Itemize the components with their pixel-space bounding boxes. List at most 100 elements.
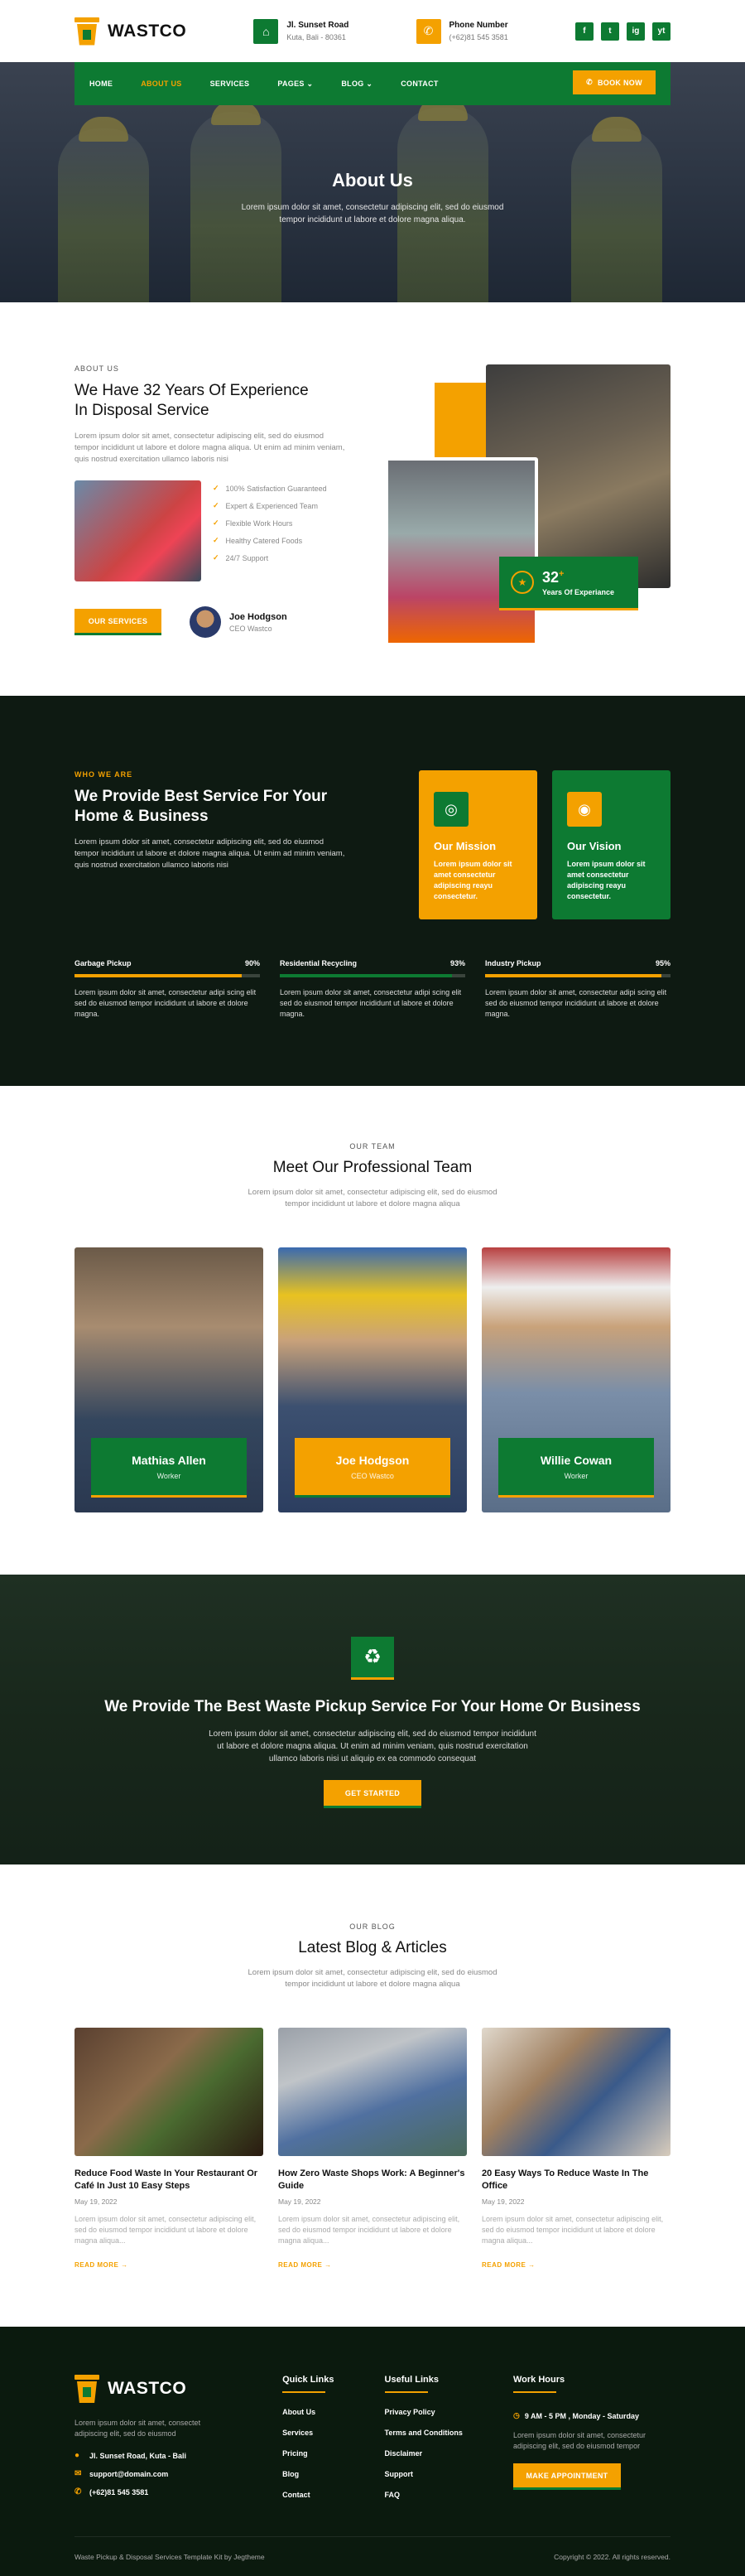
mission-card: ◎ Our Mission Lorem ipsum dolor sit amet… bbox=[419, 770, 537, 919]
nav-services[interactable]: SERVICES bbox=[210, 80, 250, 89]
about-section: ABOUT US We Have 32 Years Of Experience I… bbox=[0, 302, 745, 696]
read-more-label: READ MORE bbox=[74, 2261, 119, 2269]
footer-link[interactable]: Privacy Policy bbox=[385, 2408, 463, 2416]
our-services-button[interactable]: OUR SERVICES bbox=[74, 609, 161, 635]
member-role: CEO Wastco bbox=[351, 1471, 394, 1480]
blog-post-title[interactable]: Reduce Food Waste In Your Restaurant Or … bbox=[74, 2168, 263, 2192]
team-line-2: tempor incididunt ut labore et dolore ma… bbox=[285, 1199, 460, 1208]
team-card[interactable]: Willie Cowan Worker bbox=[482, 1247, 670, 1512]
site-logo[interactable]: WASTCO bbox=[74, 17, 186, 46]
member-name: Joe Hodgson bbox=[335, 1453, 410, 1467]
blog-post-date: May 19, 2022 bbox=[74, 2197, 118, 2206]
work-hours-paragraph: Lorem ipsum dolor sit amet, consectetur … bbox=[512, 2431, 646, 2450]
team-info: Joe Hodgson CEO Wastco bbox=[295, 1438, 450, 1498]
footer-link[interactable]: Services bbox=[282, 2429, 334, 2437]
blog-post-date: May 19, 2022 bbox=[482, 2197, 525, 2206]
phone-sub[interactable]: (+62)81 545 3581 bbox=[449, 33, 508, 41]
progress-list: Garbage Pickup 90% Lorem ipsum dolor sit … bbox=[74, 959, 670, 1020]
footer-link[interactable]: Support bbox=[385, 2470, 463, 2478]
team-card[interactable]: Mathias Allen Worker bbox=[74, 1247, 263, 1512]
useful-links-title: Useful Links bbox=[385, 2375, 463, 2393]
blog-image[interactable] bbox=[74, 2028, 263, 2156]
vision-text: Lorem ipsum dolor sit amet consectetur a… bbox=[567, 860, 646, 900]
top-header: WASTCO ⌂ Jl. Sunset Road Kuta, Bali - 80… bbox=[0, 0, 745, 62]
nav-about[interactable]: ABOUT US bbox=[141, 80, 181, 89]
hero-description: Lorem ipsum dolor sit amet, consectetur … bbox=[0, 201, 745, 226]
arrow-right-icon: → bbox=[528, 2261, 536, 2269]
vision-title: Our Vision bbox=[567, 840, 622, 852]
blog-post-title[interactable]: 20 Easy Ways To Reduce Waste In The Offi… bbox=[482, 2168, 670, 2192]
checklist-item: ✓ Flexible Work Hours bbox=[213, 519, 327, 528]
read-more-link[interactable]: READ MORE → bbox=[278, 2261, 467, 2269]
quick-links-title: Quick Links bbox=[282, 2375, 334, 2393]
team-eyebrow: OUR TEAM bbox=[349, 1142, 396, 1151]
make-appointment-button[interactable]: MAKE APPOINTMENT bbox=[512, 2463, 621, 2490]
check-icon: ✓ bbox=[213, 536, 219, 544]
check-icon: ✓ bbox=[213, 501, 219, 509]
checklist-text: 24/7 Support bbox=[225, 553, 269, 562]
footer-link[interactable]: FAQ bbox=[385, 2491, 463, 2499]
checklist-item: ✓ Expert & Experienced Team bbox=[213, 501, 327, 510]
team-info: Willie Cowan Worker bbox=[498, 1438, 654, 1498]
about-paragraph: Lorem ipsum dolor sit amet, consectetur … bbox=[74, 432, 345, 464]
mission-text: Lorem ipsum dolor sit amet consectetur a… bbox=[434, 860, 512, 900]
nav-contact[interactable]: CONTACT bbox=[401, 80, 438, 89]
blog-image[interactable] bbox=[278, 2028, 467, 2156]
address-title: Jl. Sunset Road bbox=[286, 21, 349, 30]
clock-icon: ◷ bbox=[512, 2411, 520, 2419]
footer-link[interactable]: Contact bbox=[282, 2491, 334, 2499]
chevron-down-icon: ⌄ bbox=[366, 79, 373, 88]
progress-item: Residential Recycling 93% Lorem ipsum dol… bbox=[280, 959, 465, 1020]
instagram-icon[interactable]: ig bbox=[626, 22, 645, 41]
blog-line-2: tempor incididunt ut labore et dolore ma… bbox=[285, 1980, 460, 1989]
footer-link[interactable]: About Us bbox=[282, 2408, 334, 2416]
nav-home[interactable]: HOME bbox=[89, 80, 113, 89]
footer-link[interactable]: Pricing bbox=[282, 2449, 334, 2458]
progress-bar bbox=[74, 974, 260, 977]
blog-card: How Zero Waste Shops Work: A Beginner's … bbox=[278, 2028, 467, 2269]
checklist-item: ✓ 100% Satisfaction Guaranteed bbox=[213, 484, 327, 493]
read-more-link[interactable]: READ MORE → bbox=[482, 2261, 670, 2269]
book-now-button[interactable]: ✆ BOOK NOW bbox=[573, 70, 656, 97]
footer-link[interactable]: Terms and Conditions bbox=[385, 2429, 463, 2437]
footer-email[interactable]: ✉ support@domain.com bbox=[74, 2469, 232, 2478]
get-started-button[interactable]: GET STARTED bbox=[324, 1780, 421, 1808]
youtube-icon[interactable]: yt bbox=[651, 22, 670, 41]
read-more-link[interactable]: READ MORE → bbox=[74, 2261, 263, 2269]
experience-label: Years Of Experiance bbox=[542, 587, 615, 596]
twitter-icon[interactable]: t bbox=[600, 22, 619, 41]
footer-address: ● Jl. Sunset Road, Kuta - Bali bbox=[74, 2451, 232, 2460]
progress-percent: 93% bbox=[449, 959, 465, 967]
member-role: Worker bbox=[156, 1471, 181, 1480]
team-line-1: Lorem ipsum dolor sit amet, consectetur … bbox=[248, 1188, 497, 1197]
read-more-label: READ MORE bbox=[278, 2261, 323, 2269]
page-title: About Us bbox=[332, 170, 413, 191]
checklist-text: Flexible Work Hours bbox=[225, 519, 293, 528]
footer-link[interactable]: Blog bbox=[282, 2470, 334, 2478]
footer-email-text: support@domain.com bbox=[89, 2469, 169, 2478]
nav-pages[interactable]: PAGES ⌄ bbox=[277, 80, 313, 89]
footer-phone[interactable]: ✆ (+62)81 545 3581 bbox=[74, 2487, 232, 2496]
team-card[interactable]: Joe Hodgson CEO Wastco bbox=[278, 1247, 467, 1512]
progress-item: Industry Pickup 95% Lorem ipsum dolor sit… bbox=[485, 959, 670, 1020]
service-title-line-2: Home & Business bbox=[74, 808, 209, 825]
target-icon: ◎ bbox=[434, 792, 469, 827]
about-title: We Have 32 Years Of Experience In Disposa… bbox=[74, 381, 348, 421]
blog-image[interactable] bbox=[482, 2028, 670, 2156]
worker-sorting-photo bbox=[385, 457, 538, 646]
hero-line-2: tempor incididunt ut labore et dolore ma… bbox=[279, 215, 466, 224]
facebook-icon[interactable]: f bbox=[574, 22, 594, 41]
blog-post-title[interactable]: How Zero Waste Shops Work: A Beginner's … bbox=[278, 2168, 467, 2192]
footer-logo[interactable]: WASTCO bbox=[74, 2375, 232, 2403]
experience-number: 32 bbox=[542, 568, 560, 586]
progress-bar bbox=[485, 974, 670, 977]
trash-bin-logo-icon bbox=[74, 17, 99, 46]
checklist-text: 100% Satisfaction Guaranteed bbox=[225, 484, 327, 493]
vision-card: ◉ Our Vision Lorem ipsum dolor sit amet … bbox=[552, 770, 670, 919]
footer-link[interactable]: Disclaimer bbox=[385, 2449, 463, 2458]
service-title-line-1: We Provide Best Service For Your bbox=[74, 788, 328, 805]
nav-blog[interactable]: BLOG ⌄ bbox=[341, 80, 372, 89]
footer-address-text: Jl. Sunset Road, Kuta - Bali bbox=[89, 2451, 187, 2460]
footer-phone-text: (+62)81 545 3581 bbox=[89, 2487, 149, 2496]
footer-copyright: Copyright © 2022. All rights reserved. bbox=[554, 2552, 670, 2561]
